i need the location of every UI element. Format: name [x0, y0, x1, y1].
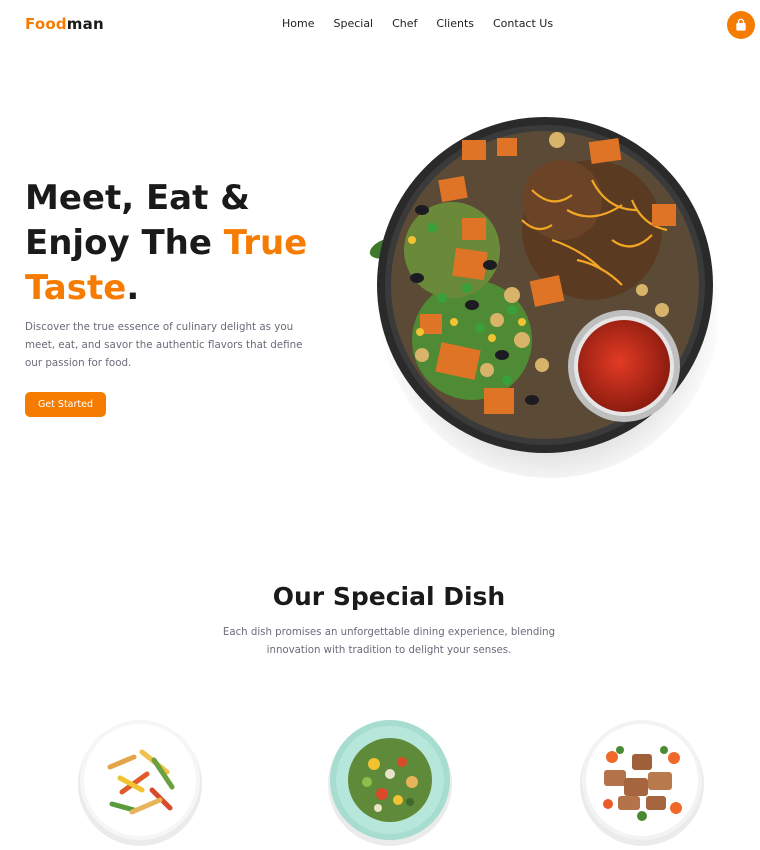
shopping-bag-icon	[736, 18, 746, 31]
get-started-button[interactable]: Get Started	[25, 392, 106, 417]
hero-title-accent-true: True	[223, 223, 308, 263]
hero-title-line2: Enjoy The	[25, 223, 224, 263]
hero-title-accent-taste: Taste	[25, 268, 127, 308]
nav-link-clients[interactable]: Clients	[436, 17, 474, 30]
special-dish-title: Our Special Dish	[272, 582, 506, 611]
dish-image-grilled-chicken	[574, 712, 710, 850]
nav-link-special[interactable]: Special	[333, 17, 373, 30]
hero-title-line1: Meet, Eat &	[25, 178, 250, 218]
hero-title: Meet, Eat & Enjoy The True Taste.	[25, 176, 355, 311]
nav-link-home[interactable]: Home	[282, 17, 314, 30]
hero-food-bowl-image	[362, 100, 732, 485]
hero-description: Discover the true essence of culinary de…	[25, 321, 303, 369]
navbar: Foodman Home Special Chef Clients Contac…	[0, 0, 760, 50]
nav-link-contact[interactable]: Contact Us	[493, 17, 553, 30]
nav-links: Home Special Chef Clients Contact Us	[282, 17, 572, 30]
logo-rest: man	[66, 15, 104, 33]
special-dish-description: Each dish promises an unforgettable dini…	[222, 627, 556, 656]
hero-title-period: .	[126, 268, 140, 308]
dish-image-salad	[322, 712, 458, 850]
cart-button[interactable]	[727, 11, 755, 39]
logo-accent: Food	[25, 15, 67, 33]
logo[interactable]: Foodman	[25, 15, 104, 33]
dish-image-pasta	[72, 712, 208, 850]
nav-link-chef[interactable]: Chef	[392, 17, 417, 30]
